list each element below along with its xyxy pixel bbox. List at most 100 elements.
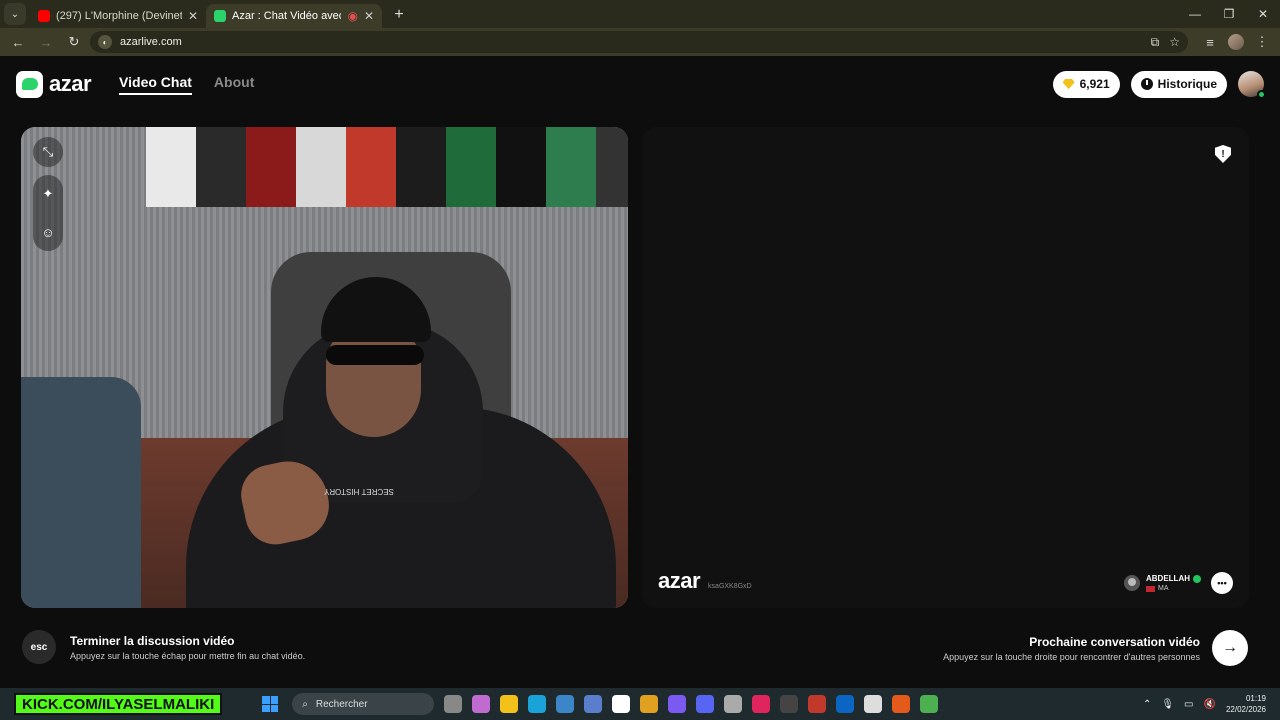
- reload-button[interactable]: ↻: [62, 30, 86, 54]
- main-nav: Video Chat About: [119, 74, 254, 95]
- online-status-badge: [1257, 90, 1266, 99]
- end-chat-title: Terminer la discussion vidéo: [70, 633, 235, 648]
- stream-overlay-banner: KICK.COM/ILYASELMALIKI: [14, 693, 223, 715]
- time: 01:19: [1245, 694, 1266, 703]
- taskbar-app-icon[interactable]: [668, 695, 687, 713]
- taskbar-app-icon[interactable]: [640, 695, 659, 713]
- peer-country: MA: [1158, 585, 1169, 592]
- taskbar-app-icon[interactable]: [864, 695, 883, 713]
- pinned-apps: [444, 695, 939, 713]
- history-label: Historique: [1157, 77, 1217, 91]
- browser-profile-avatar[interactable]: [1228, 34, 1244, 50]
- taskbar-app-icon[interactable]: [444, 695, 463, 713]
- taskbar-app-icon[interactable]: [724, 695, 743, 713]
- peer-video-panel: ! azar ksaGXK8GxD ABDELLAH MA •••: [642, 127, 1249, 608]
- tab-azar[interactable]: Azar : Chat Vidéo avec de n ◉ ✕: [206, 4, 382, 28]
- microphone-icon[interactable]: 🎙: [1161, 699, 1174, 710]
- armchair: [21, 377, 141, 608]
- clock-icon: [1140, 78, 1153, 90]
- peer-info[interactable]: ABDELLAH MA: [1124, 574, 1201, 592]
- next-arrow-button[interactable]: →: [1212, 630, 1248, 666]
- peer-name: ABDELLAH: [1146, 574, 1190, 583]
- tray-overflow-icon[interactable]: ⌃: [1143, 699, 1151, 710]
- gems-balance-button[interactable]: 6,921: [1052, 70, 1120, 98]
- user-avatar[interactable]: [1238, 71, 1266, 99]
- next-chat-hint: Prochaine conversation vidéo Appuyez sur…: [943, 630, 1248, 666]
- browser-tabstrip: ⌄ (297) L'Morphine (Devinette) Al ✕ Azar…: [0, 0, 1280, 28]
- history-button[interactable]: Historique: [1130, 70, 1227, 98]
- windows-taskbar: KICK.COM/ILYASELMALIKI ⌕ Rechercher ⌃ 🎙 …: [0, 688, 1280, 720]
- magic-wand-icon[interactable]: ✦: [33, 179, 63, 209]
- tab-search-button[interactable]: ⌄: [4, 3, 26, 25]
- tab-title: Azar : Chat Vidéo avec de n: [232, 10, 341, 22]
- restore-icon[interactable]: ❐: [1212, 7, 1246, 21]
- taskbar-app-icon[interactable]: [696, 695, 715, 713]
- window-controls: — ❐ ✕: [1178, 0, 1280, 28]
- close-tab-icon[interactable]: ✕: [188, 9, 198, 23]
- nav-video-chat[interactable]: Video Chat: [119, 74, 192, 95]
- taskbar-app-icon[interactable]: [892, 695, 911, 713]
- recording-indicator-icon: ◉: [347, 9, 358, 23]
- new-tab-button[interactable]: +: [388, 4, 410, 26]
- session-id: ksaGXK8GxD: [708, 583, 752, 590]
- media-controls-icon[interactable]: ≡: [1198, 30, 1222, 54]
- taskbar-app-icon[interactable]: [500, 695, 519, 713]
- taskbar-app-icon[interactable]: [780, 695, 799, 713]
- volume-muted-icon[interactable]: 🔇: [1204, 699, 1216, 710]
- back-button[interactable]: ←: [6, 30, 30, 54]
- youtube-icon: [38, 10, 50, 22]
- browser-menu-icon[interactable]: ⋮: [1250, 30, 1274, 54]
- azar-logo[interactable]: azar: [16, 70, 92, 98]
- gems-count: 6,921: [1079, 77, 1110, 91]
- azar-watermark: azar ksaGXK8GxD: [658, 568, 752, 594]
- close-tab-icon[interactable]: ✕: [364, 9, 374, 23]
- taskbar-app-icon[interactable]: [752, 695, 771, 713]
- logo-text: azar: [49, 71, 92, 96]
- search-placeholder: Rechercher: [315, 698, 368, 710]
- search-icon: ⌕: [302, 698, 308, 710]
- effects-toolbar: ✦ ☺: [33, 175, 63, 251]
- tab-youtube[interactable]: (297) L'Morphine (Devinette) Al ✕: [30, 4, 206, 28]
- azar-logo-icon: [16, 70, 43, 98]
- report-shield-icon[interactable]: !: [1215, 145, 1231, 163]
- system-tray: ⌃ 🎙 ▭ 🔇 01:19 22/02/2026: [1143, 693, 1280, 715]
- face-filter-icon[interactable]: ☺: [33, 217, 63, 247]
- app-header: azar Video Chat About 6,921 Historique: [0, 56, 1280, 112]
- taskbar-app-icon[interactable]: [808, 695, 827, 713]
- network-icon[interactable]: ▭: [1184, 699, 1193, 710]
- taskbar-app-icon[interactable]: [556, 695, 575, 713]
- forward-button[interactable]: →: [34, 30, 58, 54]
- end-chat-subtitle: Appuyez sur la touche échap pour mettre …: [70, 650, 306, 661]
- windows-start-icon[interactable]: [262, 696, 279, 712]
- verified-icon: [1193, 574, 1201, 583]
- address-bar: ← → ↻ ◐ azarlive.com ⧉ ☆ ≡ ⋮: [0, 28, 1280, 56]
- minimize-video-icon[interactable]: ⤡: [33, 137, 63, 167]
- bookmark-star-icon[interactable]: ☆: [1169, 35, 1180, 50]
- chat-bubble-icon[interactable]: •••: [1211, 572, 1233, 594]
- taskbar-app-icon[interactable]: [920, 695, 939, 713]
- end-chat-hint: esc Terminer la discussion vidéo Appuyez…: [22, 630, 305, 664]
- video-tools: ⤡ ✦ ☺: [33, 137, 63, 251]
- azar-favicon-icon: [214, 10, 226, 22]
- tray-clock[interactable]: 01:19 22/02/2026: [1226, 693, 1266, 715]
- close-window-icon[interactable]: ✕: [1246, 7, 1280, 21]
- esc-button[interactable]: esc: [22, 630, 56, 664]
- watermark-logo: azar: [658, 568, 701, 593]
- hoodie-print: SECRET HISTORY: [324, 487, 394, 496]
- site-info-icon[interactable]: ◐: [98, 35, 112, 49]
- date: 22/02/2026: [1225, 705, 1266, 714]
- url-field[interactable]: ◐ azarlive.com ⧉ ☆: [90, 31, 1188, 53]
- taskbar-app-icon[interactable]: [836, 695, 855, 713]
- taskbar-search[interactable]: ⌕ Rechercher: [292, 693, 435, 715]
- taskbar-app-icon[interactable]: [528, 695, 547, 713]
- nav-about[interactable]: About: [214, 74, 254, 95]
- taskbar-app-icon[interactable]: [472, 695, 491, 713]
- install-app-icon[interactable]: ⧉: [1151, 35, 1160, 50]
- minimize-icon[interactable]: —: [1178, 7, 1212, 21]
- taskbar-app-icon[interactable]: [584, 695, 603, 713]
- taskbar-app-icon[interactable]: [612, 695, 631, 713]
- gem-icon: [1062, 79, 1075, 89]
- jerseys-on-wall: [146, 127, 628, 207]
- self-video-panel: SECRET HISTORY ⤡ ✦ ☺: [21, 127, 628, 608]
- tab-title: (297) L'Morphine (Devinette) Al: [56, 10, 182, 22]
